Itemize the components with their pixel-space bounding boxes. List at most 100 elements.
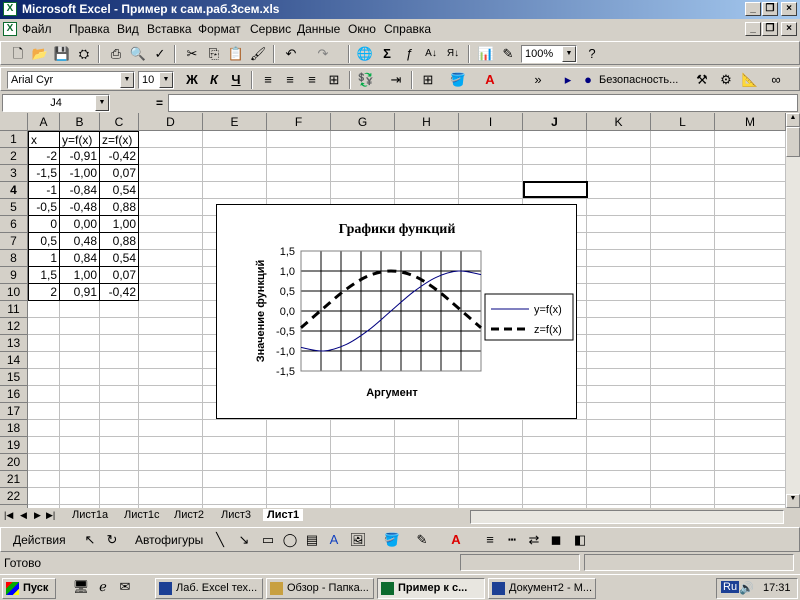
col-header-m[interactable]: M: [715, 113, 786, 131]
italic-button[interactable]: К: [203, 70, 225, 90]
cell-a10[interactable]: 2: [28, 284, 60, 301]
cell-i1[interactable]: [459, 131, 523, 148]
cell-j19[interactable]: [523, 437, 587, 454]
textbox-icon[interactable]: ▤: [301, 530, 323, 550]
cell-m12[interactable]: [715, 318, 786, 335]
cell-f1[interactable]: [267, 131, 331, 148]
rectangle-icon[interactable]: ▭: [257, 530, 279, 550]
col-header-f[interactable]: F: [267, 113, 331, 131]
cell-c18[interactable]: [100, 420, 139, 437]
cell-j20[interactable]: [523, 454, 587, 471]
cell-b16[interactable]: [60, 386, 100, 403]
format-painter-icon[interactable]: 🖌: [247, 44, 269, 64]
cell-l17[interactable]: [651, 403, 715, 420]
cell-i19[interactable]: [459, 437, 523, 454]
cell-g1[interactable]: [331, 131, 395, 148]
cell-f22[interactable]: [267, 488, 331, 505]
cell-b20[interactable]: [60, 454, 100, 471]
cell-l11[interactable]: [651, 301, 715, 318]
control-toolbox-icon[interactable]: ⚒: [691, 70, 713, 90]
merge-center-icon[interactable]: ⊞: [323, 70, 345, 90]
cell-b8[interactable]: 0,84: [60, 250, 100, 267]
font-size-select[interactable]: 10 ▼: [138, 71, 174, 89]
record-icon[interactable]: ●: [577, 70, 599, 90]
design-mode-icon[interactable]: 📐: [739, 70, 761, 90]
fill-color-draw-icon[interactable]: 🪣: [381, 530, 403, 550]
cell-a19[interactable]: [28, 437, 60, 454]
shadow-icon[interactable]: ◼: [545, 530, 567, 550]
cell-d15[interactable]: [139, 369, 203, 386]
cell-l20[interactable]: [651, 454, 715, 471]
cell-d7[interactable]: [139, 233, 203, 250]
cell-h22[interactable]: [395, 488, 459, 505]
align-left-icon[interactable]: ≡: [257, 70, 279, 90]
cell-m5[interactable]: [715, 199, 786, 216]
col-header-a[interactable]: A: [28, 113, 60, 131]
task-word-doc[interactable]: Документ2 - М...: [488, 578, 596, 599]
cell-k14[interactable]: [587, 352, 651, 369]
cell-a11[interactable]: [28, 301, 60, 318]
cell-h19[interactable]: [395, 437, 459, 454]
scroll-thumb[interactable]: [786, 127, 800, 157]
next-sheet-icon[interactable]: ▶: [34, 510, 41, 521]
cell-d3[interactable]: [139, 165, 203, 182]
first-sheet-icon[interactable]: |◀: [4, 510, 13, 521]
cell-j21[interactable]: [523, 471, 587, 488]
cell-c15[interactable]: [100, 369, 139, 386]
cell-a20[interactable]: [28, 454, 60, 471]
cell-a12[interactable]: [28, 318, 60, 335]
autosum-icon[interactable]: Σ: [376, 44, 398, 64]
volume-icon[interactable]: 🔊: [739, 581, 754, 595]
cell-b19[interactable]: [60, 437, 100, 454]
autoshapes-menu[interactable]: Автофигуры: [135, 533, 203, 547]
select-objects-icon[interactable]: ↖: [79, 530, 101, 550]
last-sheet-icon[interactable]: ▶|: [46, 510, 55, 521]
cell-a4[interactable]: -1: [28, 182, 60, 199]
cell-d21[interactable]: [139, 471, 203, 488]
cell-e3[interactable]: [203, 165, 267, 182]
cell-g2[interactable]: [331, 148, 395, 165]
cell-j1[interactable]: [523, 131, 587, 148]
col-header-l[interactable]: L: [651, 113, 715, 131]
cell-e4[interactable]: [203, 182, 267, 199]
horizontal-scrollbar[interactable]: [470, 510, 784, 524]
free-rotate-icon[interactable]: ↻: [101, 530, 123, 550]
font-color-draw-icon[interactable]: A: [445, 530, 467, 550]
cell-b11[interactable]: [60, 301, 100, 318]
cell-k22[interactable]: [587, 488, 651, 505]
currency-icon[interactable]: 💱: [355, 70, 377, 90]
cell-l22[interactable]: [651, 488, 715, 505]
vertical-scrollbar[interactable]: ▲ ▼: [786, 113, 800, 508]
cell-c6[interactable]: 1,00: [100, 216, 139, 233]
cell-c4[interactable]: 0,54: [100, 182, 139, 199]
cell-b4[interactable]: -0,84: [60, 182, 100, 199]
prev-sheet-icon[interactable]: ◀: [20, 510, 27, 521]
row-header-2[interactable]: 2: [0, 148, 28, 165]
borders-icon[interactable]: ⊞: [417, 70, 439, 90]
cell-f3[interactable]: [267, 165, 331, 182]
redo-icon[interactable]: ↷: [312, 44, 334, 64]
row-header-9[interactable]: 9: [0, 267, 28, 284]
cell-c12[interactable]: [100, 318, 139, 335]
cell-k16[interactable]: [587, 386, 651, 403]
cell-d8[interactable]: [139, 250, 203, 267]
row-header-14[interactable]: 14: [0, 352, 28, 369]
cell-k10[interactable]: [587, 284, 651, 301]
cell-c8[interactable]: 0,54: [100, 250, 139, 267]
cell-e20[interactable]: [203, 454, 267, 471]
scroll-down-icon[interactable]: ▼: [786, 494, 800, 508]
col-header-g[interactable]: G: [331, 113, 395, 131]
cell-i20[interactable]: [459, 454, 523, 471]
cell-d16[interactable]: [139, 386, 203, 403]
cell-m20[interactable]: [715, 454, 786, 471]
cell-k17[interactable]: [587, 403, 651, 420]
permission-icon[interactable]: ⛭: [73, 44, 95, 64]
cell-d18[interactable]: [139, 420, 203, 437]
cell-b1[interactable]: y=f(x): [60, 131, 100, 148]
line-icon[interactable]: ╲: [209, 530, 231, 550]
col-header-d[interactable]: D: [139, 113, 203, 131]
run-icon[interactable]: ▸: [557, 70, 579, 90]
cell-l3[interactable]: [651, 165, 715, 182]
underline-button[interactable]: Ч: [225, 70, 247, 90]
col-header-j[interactable]: J: [523, 113, 587, 131]
